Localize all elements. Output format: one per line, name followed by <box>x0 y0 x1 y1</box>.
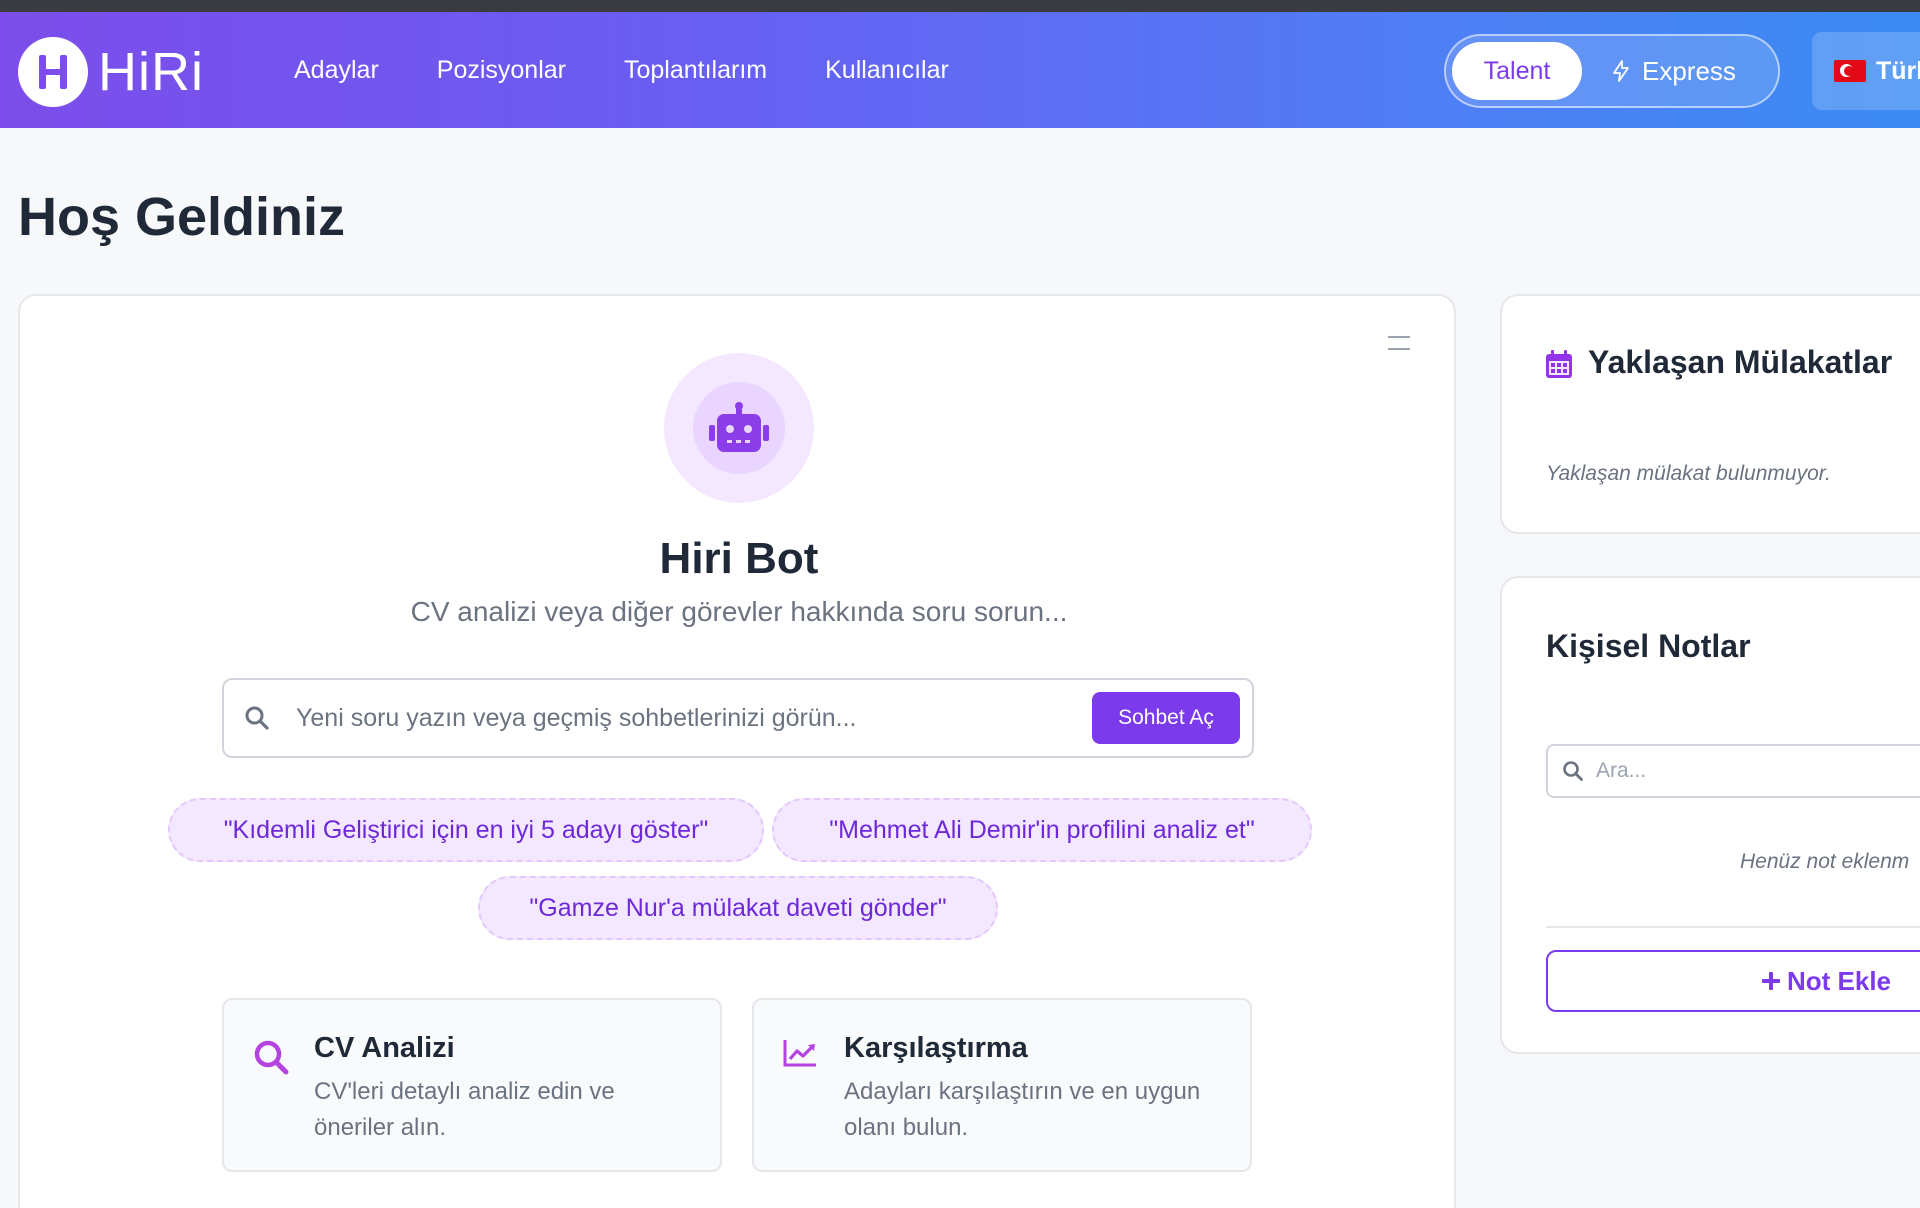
suggestion-chip-analyze-profile[interactable]: "Mehmet Ali Demir'in profilini analiz et… <box>772 798 1312 862</box>
top-navbar: HiRi Adaylar Pozisyonlar Toplantılarım K… <box>0 12 1920 128</box>
feature-description: Adayları karşılaştırın ve en uygun olanı… <box>844 1078 1201 1141</box>
bot-search-box: Sohbet Aç <box>222 678 1254 758</box>
feature-description: CV'leri detaylı analiz edin ve öneriler … <box>314 1078 615 1141</box>
open-chat-button[interactable]: Sohbet Aç <box>1092 692 1240 744</box>
language-selector[interactable]: Türk <box>1812 32 1920 110</box>
search-icon <box>1563 761 1583 781</box>
nav-link-positions[interactable]: Pozisyonlar <box>437 56 566 85</box>
plus-icon <box>1761 972 1780 990</box>
calendar-icon <box>1546 350 1572 378</box>
collapse-icon[interactable] <box>1388 336 1410 350</box>
notes-title: Kişisel Notlar <box>1546 628 1751 664</box>
add-note-label: Not Ekle <box>1786 965 1892 996</box>
interviews-title: Yaklaşan Mülakatlar <box>1588 344 1893 380</box>
bot-search-input[interactable] <box>296 703 1056 733</box>
suggestion-chip-top-candidates[interactable]: "Kıdemli Geliştirici için en iyi 5 adayı… <box>168 798 764 862</box>
notes-empty-message: Henüz not eklenm <box>1740 850 1910 873</box>
brand-logo[interactable]: HiRi <box>18 37 204 107</box>
mode-talent-button[interactable]: Talent <box>1452 42 1582 100</box>
turkey-flag-icon <box>1834 60 1866 82</box>
suggestion-chip-send-invite[interactable]: "Gamze Nur'a mülakat daveti gönder" <box>478 876 998 940</box>
mode-express-label: Express <box>1642 55 1736 86</box>
bot-avatar <box>664 353 814 503</box>
feature-comparison[interactable]: Karşılaştırma Adayları karşılaştırın ve … <box>752 998 1252 1172</box>
main-nav: Adaylar Pozisyonlar Toplantılarım Kullan… <box>294 12 949 128</box>
page-title: Hoş Geldiniz <box>18 187 346 247</box>
chart-line-icon <box>783 1040 816 1067</box>
notes-search-box <box>1546 744 1920 798</box>
nav-link-candidates[interactable]: Adaylar <box>294 56 379 85</box>
bot-name: Hiri Bot <box>659 534 819 583</box>
bot-subtitle: CV analizi veya diğer görevler hakkında … <box>410 596 1068 627</box>
personal-notes-card: Kişisel Notlar Henüz not eklenm Not Ekle <box>1500 576 1920 1054</box>
nav-link-meetings[interactable]: Toplantılarım <box>624 56 767 85</box>
upcoming-interviews-card: Yaklaşan Mülakatlar Yaklaşan mülakat bul… <box>1500 294 1920 534</box>
browser-top-strip <box>0 0 1920 12</box>
search-icon <box>245 706 269 730</box>
language-label: Türk <box>1876 56 1920 85</box>
mode-express-button[interactable]: Express <box>1612 56 1736 87</box>
magnifier-icon <box>254 1040 289 1075</box>
notes-search-input[interactable] <box>1596 759 1896 783</box>
feature-title: CV Analizi <box>314 1032 455 1064</box>
feature-cv-analysis[interactable]: CV Analizi CV'leri detaylı analiz edin v… <box>222 998 722 1172</box>
hiri-bot-card: Hiri Bot CV analizi veya diğer görevler … <box>18 294 1456 1208</box>
notes-divider <box>1546 926 1920 928</box>
nav-link-users[interactable]: Kullanıcılar <box>825 56 949 85</box>
add-note-button[interactable]: Not Ekle <box>1546 950 1920 1012</box>
brand-name: HiRi <box>98 42 204 102</box>
mode-toggle: Talent Express <box>1444 34 1780 108</box>
hiri-logo-icon <box>18 37 88 107</box>
robot-icon <box>709 402 769 452</box>
lightning-icon <box>1613 60 1629 82</box>
interviews-empty-message: Yaklaşan mülakat bulunmuyor. <box>1546 462 1831 485</box>
feature-title: Karşılaştırma <box>844 1032 1028 1064</box>
